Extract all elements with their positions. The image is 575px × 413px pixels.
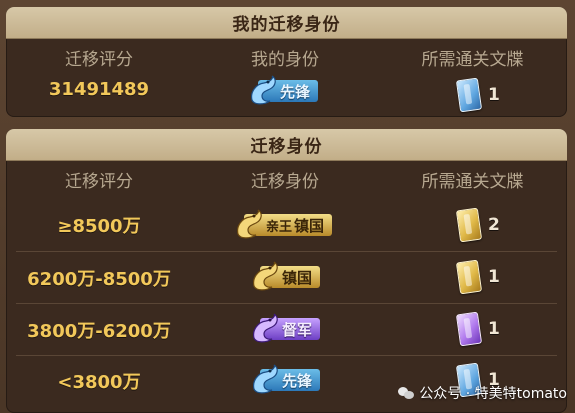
pass-document-icon xyxy=(455,77,483,113)
dragon-icon xyxy=(253,261,278,291)
identity-label: 先锋 xyxy=(282,371,313,390)
wechat-icon xyxy=(398,386,415,400)
my-identity-badge: 先锋 xyxy=(251,75,319,105)
identity-plate: 亲王 镇国 xyxy=(237,209,333,239)
identity-table-panel: 迁移身份 迁移评分 迁移身份 所需通关文牒 ≥8500万 亲王 镇国 2 620… xyxy=(6,129,567,413)
identity-table-title: 迁移身份 xyxy=(6,129,567,161)
row-pass-requirement: 1 xyxy=(455,311,500,347)
header-pass: 所需通关文牒 xyxy=(421,172,524,192)
pass-count: 1 xyxy=(488,319,500,339)
dragon-icon xyxy=(253,364,278,394)
identity-label: 镇国 xyxy=(282,268,313,287)
pass-count: 1 xyxy=(488,267,500,287)
row-identity-badge: 督军 xyxy=(253,313,321,343)
dragon-icon xyxy=(237,209,262,239)
pass-count: 2 xyxy=(488,215,500,235)
row-identity-badge: 先锋 xyxy=(253,364,321,394)
watermark: 公众号 · 特美特tomato xyxy=(398,383,567,403)
header-identity: 我的身份 xyxy=(251,50,319,70)
row-score: 6200万-8500万 xyxy=(27,269,171,290)
identity-label: 先锋 xyxy=(280,82,311,101)
row-divider xyxy=(16,303,557,304)
migration-identity-screen: 我的迁移身份 迁移评分 我的身份 所需通关文牒 31491489 先锋 1 迁移… xyxy=(0,0,575,413)
row-divider xyxy=(16,355,557,356)
identity-plate: 督军 xyxy=(253,313,321,343)
row-identity-badge: 亲王 镇国 xyxy=(237,209,333,239)
identity-label: 督军 xyxy=(282,320,313,339)
identity-plate: 镇国 xyxy=(253,261,321,291)
pass-document-icon xyxy=(455,311,483,347)
row-pass-requirement: 1 xyxy=(455,259,500,295)
identity-plate: 先锋 xyxy=(251,75,319,105)
my-identity-title: 我的迁移身份 xyxy=(6,7,567,39)
my-score-value: 31491489 xyxy=(48,79,150,100)
row-score: 3800万-6200万 xyxy=(27,321,171,342)
pass-document-icon xyxy=(455,259,483,295)
row-pass-requirement: 2 xyxy=(455,207,500,243)
my-pass-requirement: 1 xyxy=(455,77,500,113)
row-divider xyxy=(16,251,557,252)
header-score: 迁移评分 xyxy=(65,172,133,192)
dragon-icon xyxy=(251,75,276,105)
watermark-text: 公众号 · 特美特tomato xyxy=(419,386,567,402)
header-pass: 所需通关文牒 xyxy=(421,50,524,70)
my-identity-panel: 我的迁移身份 迁移评分 我的身份 所需通关文牒 31491489 先锋 1 xyxy=(6,7,567,117)
header-score: 迁移评分 xyxy=(65,50,133,70)
dragon-icon xyxy=(253,313,278,343)
row-score: <3800万 xyxy=(57,372,141,393)
identity-label: 镇国 xyxy=(294,216,325,235)
identity-prefix: 亲王 xyxy=(266,219,293,235)
pass-count: 1 xyxy=(488,85,500,105)
header-identity: 迁移身份 xyxy=(251,172,319,192)
row-identity-badge: 镇国 xyxy=(253,261,321,291)
identity-plate: 先锋 xyxy=(253,364,321,394)
row-score: ≥8500万 xyxy=(57,216,141,237)
pass-document-icon xyxy=(455,207,483,243)
